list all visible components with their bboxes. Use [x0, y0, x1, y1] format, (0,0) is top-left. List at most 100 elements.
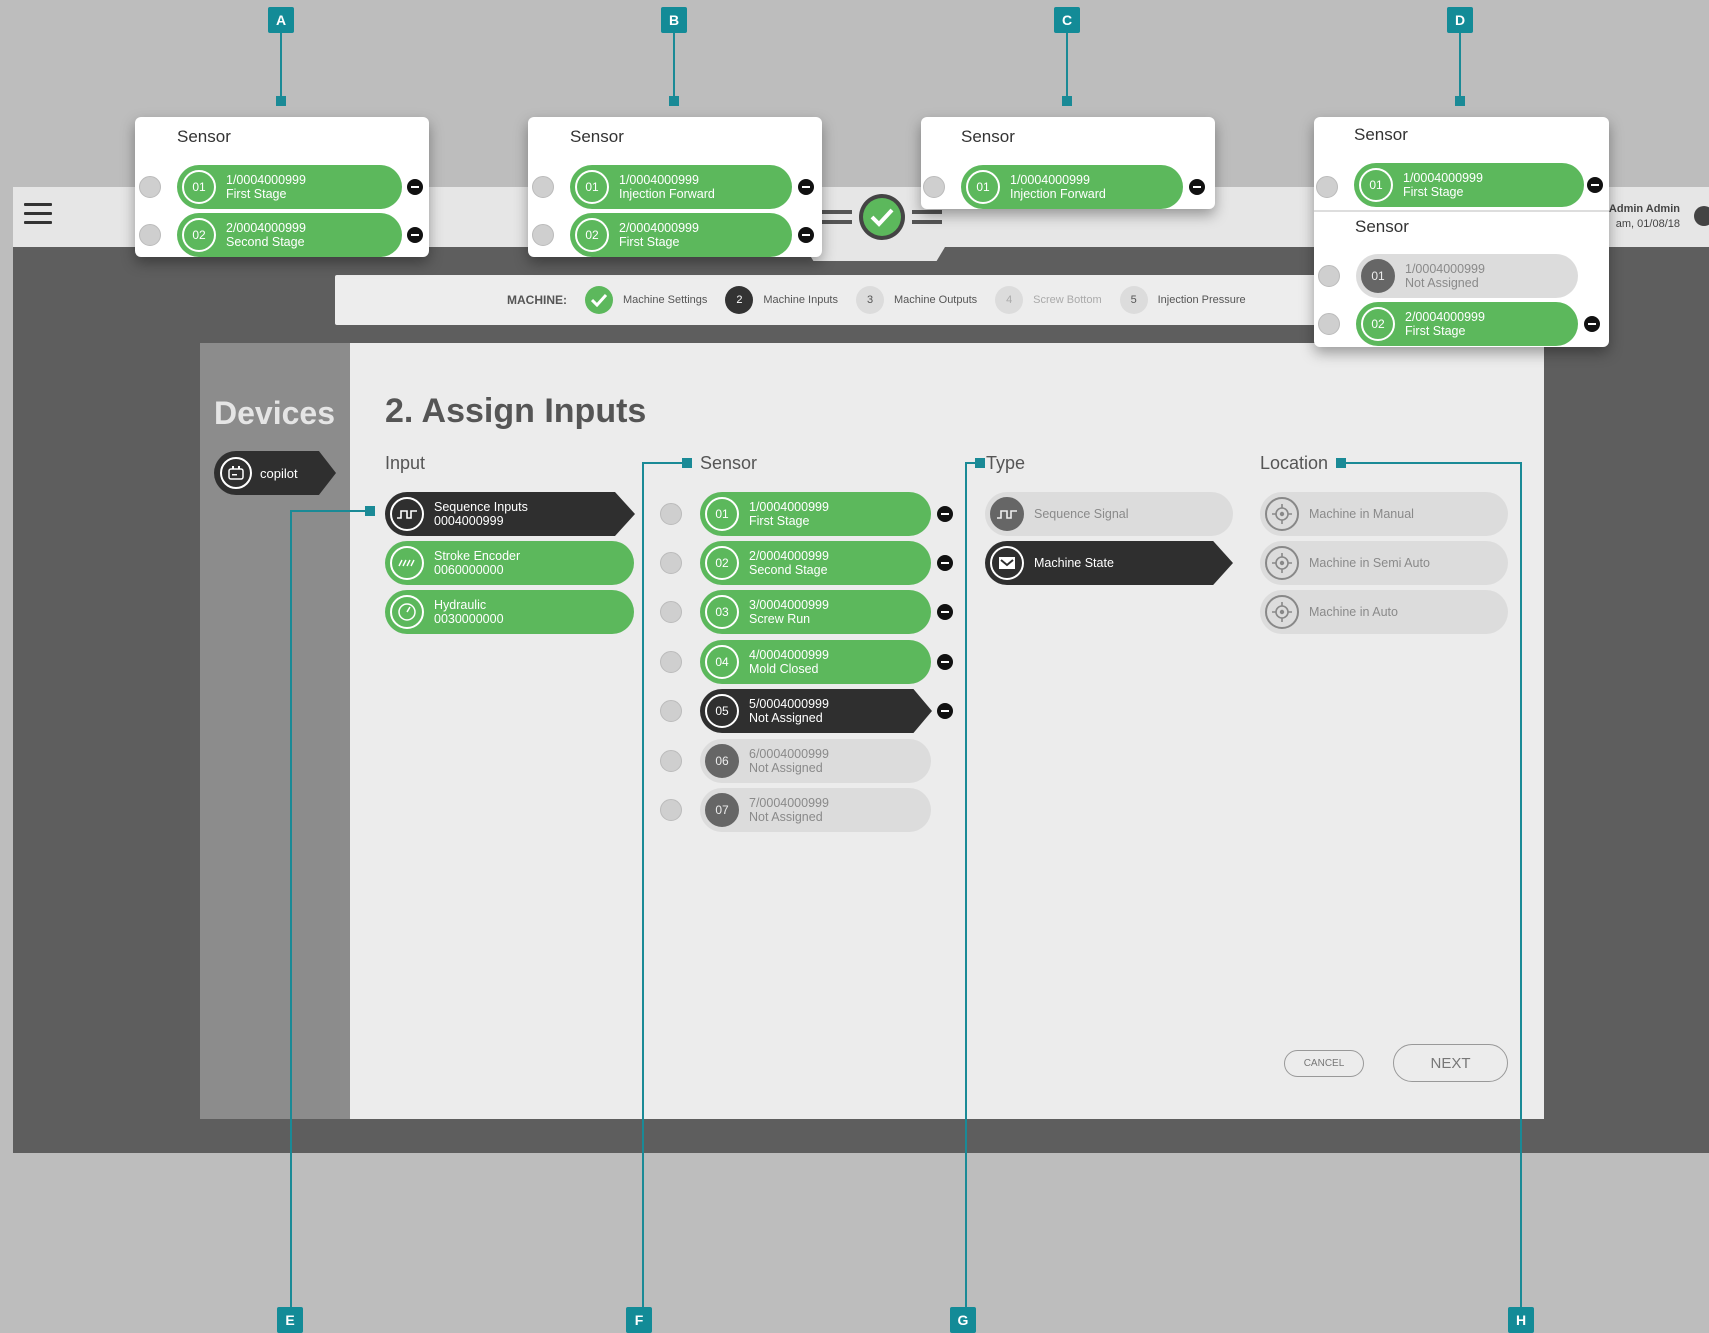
sensor-item[interactable]: 03 3/0004000999 Screw Run	[700, 590, 931, 634]
sensor-id: 3/0004000999	[749, 598, 829, 612]
type-machine-state[interactable]: Machine State	[985, 541, 1233, 585]
next-button[interactable]: NEXT	[1393, 1044, 1508, 1082]
sensor-number: 01	[182, 170, 216, 204]
remove-icon[interactable]	[937, 703, 953, 719]
remove-icon[interactable]	[407, 227, 423, 243]
sensor-number: 02	[1361, 307, 1395, 341]
remove-icon[interactable]	[1584, 316, 1600, 332]
callout-f: F	[626, 1307, 652, 1333]
step-number: 2	[725, 286, 754, 314]
sensor-item[interactable]: 07 7/0004000999 Not Assigned	[700, 788, 931, 832]
sensor-id: 5/0004000999	[749, 697, 829, 711]
menu-icon[interactable]	[24, 203, 52, 227]
popup-divider	[1314, 210, 1609, 212]
sensor-item[interactable]: 02 2/0004000999 Second Stage	[177, 213, 402, 257]
sensor-number: 02	[705, 546, 739, 580]
sensor-text: 1/0004000999 Injection Forward	[619, 173, 715, 201]
sensor-radio[interactable]	[1318, 313, 1340, 335]
popup-title: Sensor	[961, 127, 1015, 146]
remove-icon[interactable]	[798, 227, 814, 243]
sensor-radio[interactable]	[1316, 176, 1338, 198]
sensor-text: 2/0004000999 First Stage	[619, 221, 699, 249]
sensor-label: Screw Run	[749, 612, 811, 626]
remove-icon[interactable]	[1189, 179, 1205, 195]
remove-icon[interactable]	[1587, 177, 1603, 193]
step-machine-inputs[interactable]: 2 Machine Inputs	[725, 286, 838, 314]
sensor-radio[interactable]	[660, 552, 682, 574]
sensor-item[interactable]: 01 1/0004000999 Injection Forward	[961, 165, 1183, 209]
cancel-button[interactable]: CANCEL	[1284, 1050, 1364, 1077]
callout-line	[642, 462, 644, 1317]
sensor-item[interactable]: 01 1/0004000999 First Stage	[1354, 163, 1584, 207]
sensor-id: 1/0004000999	[619, 173, 699, 187]
callout-line	[1340, 462, 1522, 464]
remove-icon[interactable]	[937, 604, 953, 620]
input-name: Sequence Inputs	[434, 500, 528, 514]
sensor-label: Not Assigned	[749, 810, 823, 824]
callout-a: A	[268, 7, 294, 33]
popup-title: Sensor	[177, 127, 231, 146]
devices-title: Devices	[214, 395, 335, 431]
step-label: Screw Bottom	[1033, 294, 1102, 306]
sensor-radio[interactable]	[660, 503, 682, 525]
sensor-radio[interactable]	[660, 750, 682, 772]
input-hydraulic[interactable]: Hydraulic 0030000000	[385, 590, 634, 634]
sensor-radio[interactable]	[139, 176, 161, 198]
input-id: 0060000000	[434, 563, 504, 577]
sensor-item[interactable]: 01 1/0004000999 Not Assigned	[1356, 254, 1578, 298]
device-copilot[interactable]: copilot	[214, 451, 336, 495]
location-machine-in-auto[interactable]: Machine in Auto	[1260, 590, 1508, 634]
sensor-label: Mold Closed	[749, 662, 819, 676]
remove-icon[interactable]	[407, 179, 423, 195]
remove-icon[interactable]	[937, 654, 953, 670]
sensor-popup-a: Sensor 01 1/0004000999 First Stage 02 2/0…	[135, 117, 429, 257]
input-sequence-inputs[interactable]: Sequence Inputs 0004000999	[385, 492, 635, 536]
sensor-text: 2/0004000999 First Stage	[1405, 310, 1485, 338]
sensor-item[interactable]: 02 2/0004000999 Second Stage	[700, 541, 931, 585]
sensor-item[interactable]: 06 6/0004000999 Not Assigned	[700, 739, 931, 783]
type-sequence-signal[interactable]: Sequence Signal	[985, 492, 1233, 536]
remove-icon[interactable]	[937, 506, 953, 522]
sensor-radio[interactable]	[660, 700, 682, 722]
sensor-item-selected[interactable]: 05 5/0004000999 Not Assigned	[700, 689, 932, 733]
step-injection-pressure[interactable]: 5 Injection Pressure	[1119, 286, 1246, 314]
sensor-radio[interactable]	[532, 224, 554, 246]
step-machine-outputs[interactable]: 3 Machine Outputs	[856, 286, 977, 314]
step-number: 5	[1119, 286, 1148, 314]
remove-icon[interactable]	[937, 555, 953, 571]
sensor-item[interactable]: 01 1/0004000999 First Stage	[177, 165, 402, 209]
sensor-item[interactable]: 02 2/0004000999 First Stage	[1356, 302, 1578, 346]
step-screw-bottom[interactable]: 4 Screw Bottom	[995, 286, 1102, 314]
sensor-radio[interactable]	[532, 176, 554, 198]
sensor-radio[interactable]	[660, 601, 682, 623]
sensor-radio[interactable]	[1318, 265, 1340, 287]
sensor-text: 6/0004000999 Not Assigned	[749, 747, 829, 775]
sensor-label: First Stage	[226, 187, 287, 201]
callout-g: G	[950, 1307, 976, 1333]
location-label: Machine in Semi Auto	[1309, 556, 1430, 570]
location-machine-in-manual[interactable]: Machine in Manual	[1260, 492, 1508, 536]
step-machine-settings[interactable]: Machine Settings	[585, 286, 707, 314]
input-stroke-encoder[interactable]: Stroke Encoder 0060000000	[385, 541, 634, 585]
sensor-item[interactable]: 02 2/0004000999 First Stage	[570, 213, 792, 257]
user-avatar-icon[interactable]	[1694, 206, 1709, 226]
logo-tab	[805, 247, 945, 261]
sensor-label: Injection Forward	[1010, 187, 1106, 201]
sensor-item[interactable]: 01 1/0004000999 First Stage	[700, 492, 931, 536]
sensor-item[interactable]: 04 4/0004000999 Mold Closed	[700, 640, 931, 684]
sensor-radio[interactable]	[660, 799, 682, 821]
sensor-radio[interactable]	[923, 176, 945, 198]
sensor-number: 01	[1361, 259, 1395, 293]
page-title: 2. Assign Inputs	[385, 392, 647, 430]
sensor-radio[interactable]	[660, 651, 682, 673]
remove-icon[interactable]	[798, 179, 814, 195]
sensor-radio[interactable]	[139, 224, 161, 246]
step-label: Machine Settings	[623, 294, 708, 306]
sensor-label: Not Assigned	[1405, 276, 1479, 290]
step-number: 4	[995, 286, 1024, 314]
location-machine-in-semi-auto[interactable]: Machine in Semi Auto	[1260, 541, 1508, 585]
callout-d: D	[1447, 7, 1473, 33]
sequence-icon	[990, 497, 1024, 531]
sensor-item[interactable]: 01 1/0004000999 Injection Forward	[570, 165, 792, 209]
callout-c: C	[1054, 7, 1080, 33]
